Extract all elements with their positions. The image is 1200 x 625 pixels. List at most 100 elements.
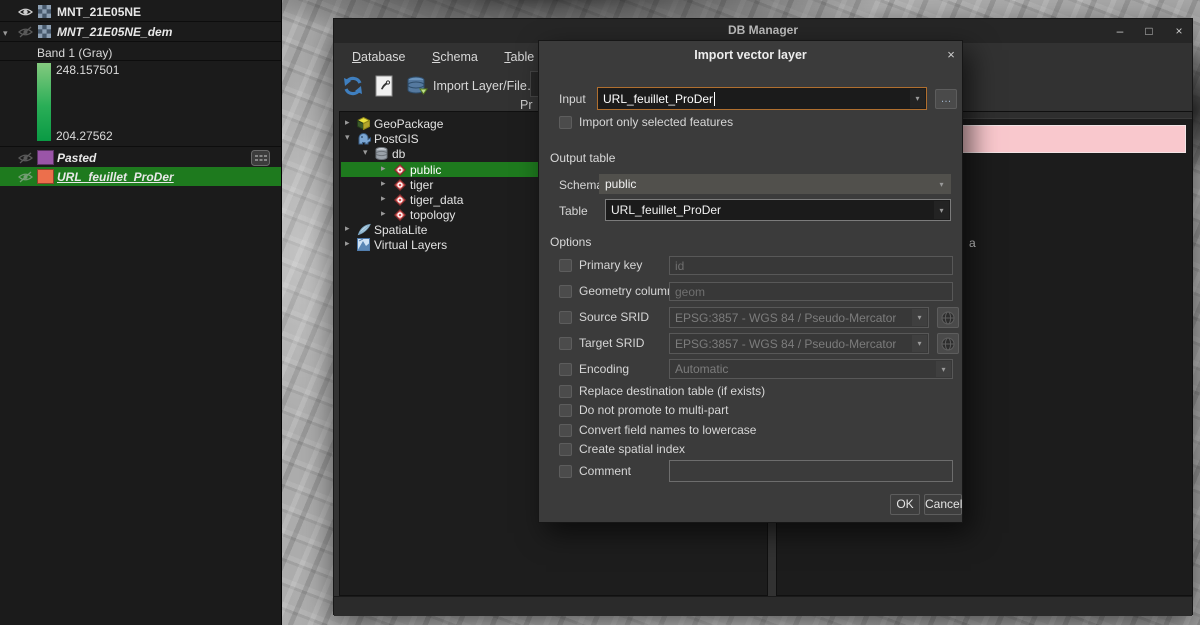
row-divider bbox=[0, 60, 281, 61]
import-layer-button[interactable]: Import Layer/File… bbox=[406, 73, 539, 99]
refresh-icon bbox=[342, 75, 364, 97]
options-header: Options bbox=[550, 235, 591, 249]
expand-arrow-icon[interactable]: ▸ bbox=[381, 208, 386, 219]
maximize-button[interactable]: □ bbox=[1140, 22, 1158, 40]
dialog-title: Import vector layer bbox=[539, 48, 962, 62]
geometry-placeholder: geom bbox=[670, 285, 705, 299]
chevron-down-icon[interactable]: ▾ bbox=[934, 176, 949, 192]
primary-key-checkbox[interactable] bbox=[559, 259, 572, 272]
visibility-eye-off-icon[interactable] bbox=[18, 167, 33, 186]
comment-checkbox[interactable] bbox=[559, 465, 572, 478]
import-selected-checkbox[interactable] bbox=[559, 116, 572, 129]
raster-layer-icon bbox=[38, 22, 51, 41]
expand-arrow-icon[interactable]: ▸ bbox=[345, 117, 350, 128]
refresh-button[interactable] bbox=[342, 73, 364, 99]
schema-combobox[interactable]: public ▾ bbox=[599, 174, 951, 194]
target-srid-combobox[interactable]: EPSG:3857 - WGS 84 / Pseudo-Mercator ▾ bbox=[669, 333, 929, 354]
partial-tab-label[interactable]: Pr bbox=[520, 98, 533, 112]
expand-arrow-icon[interactable]: ▸ bbox=[381, 163, 386, 174]
replace-table-label[interactable]: Replace destination table (if exists) bbox=[579, 384, 765, 398]
encoding-combobox[interactable]: Automatic ▾ bbox=[669, 359, 953, 379]
geometry-column-checkbox[interactable] bbox=[559, 285, 572, 298]
spatial-index-checkbox[interactable] bbox=[559, 443, 572, 456]
dialog-close-button[interactable]: × bbox=[943, 47, 959, 63]
no-multipart-checkbox[interactable] bbox=[559, 404, 572, 417]
encoding-label[interactable]: Encoding bbox=[579, 362, 629, 376]
tree-label[interactable]: PostGIS bbox=[374, 132, 419, 146]
tree-label[interactable]: GeoPackage bbox=[374, 117, 443, 131]
geometry-column-label[interactable]: Geometry column bbox=[579, 284, 674, 298]
layer-label[interactable]: Pasted bbox=[57, 148, 96, 167]
sql-window-button[interactable] bbox=[374, 73, 394, 99]
tree-label[interactable]: Virtual Layers bbox=[374, 238, 447, 252]
replace-table-checkbox[interactable] bbox=[559, 385, 572, 398]
source-srid-picker-button[interactable] bbox=[937, 307, 959, 328]
expand-arrow-icon[interactable]: ▸ bbox=[381, 193, 386, 204]
virtual-layers-icon bbox=[357, 238, 370, 254]
tree-label[interactable]: tiger_data bbox=[410, 193, 463, 207]
chevron-down-icon[interactable]: ▾ bbox=[934, 201, 949, 219]
menu-schema[interactable]: Schema bbox=[428, 48, 482, 66]
layer-row-selected[interactable]: URL_feuillet_ProDer bbox=[0, 167, 281, 186]
chevron-down-icon[interactable]: ▾ bbox=[912, 309, 927, 326]
layer-row-mnt[interactable]: MNT_21E05NE bbox=[0, 2, 281, 21]
layer-swatch bbox=[37, 148, 54, 167]
geometry-column-field[interactable]: geom bbox=[669, 282, 953, 301]
source-srid-checkbox[interactable] bbox=[559, 311, 572, 324]
target-srid-picker-button[interactable] bbox=[937, 333, 959, 354]
menu-database[interactable]: Database bbox=[348, 48, 410, 66]
close-button[interactable]: × bbox=[1170, 22, 1188, 40]
primary-key-placeholder: id bbox=[670, 259, 684, 273]
window-statusbar bbox=[334, 596, 1192, 616]
target-srid-value: EPSG:3857 - WGS 84 / Pseudo-Mercator bbox=[670, 337, 896, 351]
globe-icon bbox=[941, 337, 955, 351]
visibility-eye-off-icon[interactable] bbox=[18, 148, 33, 167]
chevron-down-icon[interactable]: ▾ bbox=[910, 89, 925, 108]
tree-label[interactable]: public bbox=[410, 163, 441, 177]
encoding-checkbox[interactable] bbox=[559, 363, 572, 376]
input-combobox[interactable]: URL_feuillet_ProDer ▾ bbox=[597, 87, 927, 110]
chevron-down-icon[interactable]: ▾ bbox=[912, 335, 927, 352]
visibility-eye-off-icon[interactable] bbox=[18, 22, 33, 41]
import-selected-label[interactable]: Import only selected features bbox=[579, 115, 733, 129]
expand-arrow-icon[interactable]: ▸ bbox=[381, 178, 386, 189]
layer-row-pasted[interactable]: Pasted bbox=[0, 148, 281, 167]
visibility-eye-icon[interactable] bbox=[18, 2, 33, 21]
layer-label[interactable]: MNT_21E05NE bbox=[57, 2, 141, 21]
encoding-value: Automatic bbox=[670, 362, 728, 376]
expand-arrow-icon[interactable]: ▸ bbox=[345, 223, 350, 234]
expand-arrow-icon[interactable]: ▸ bbox=[345, 238, 350, 249]
eye-icon bbox=[18, 6, 33, 18]
table-combobox[interactable]: URL_feuillet_ProDer ▾ bbox=[605, 199, 951, 221]
layer-row-mnt-dem[interactable]: ▾ MNT_21E05NE_dem bbox=[0, 22, 281, 41]
menu-table[interactable]: Table bbox=[500, 48, 538, 66]
tree-label[interactable]: tiger bbox=[410, 178, 433, 192]
lowercase-names-checkbox[interactable] bbox=[559, 424, 572, 437]
browse-button[interactable]: … bbox=[935, 89, 957, 109]
tree-label[interactable]: db bbox=[392, 147, 405, 161]
text-caret bbox=[714, 92, 715, 106]
target-srid-label[interactable]: Target SRID bbox=[579, 336, 644, 350]
map-tip-grid-icon[interactable] bbox=[251, 148, 270, 167]
primary-key-label[interactable]: Primary key bbox=[579, 258, 642, 272]
cancel-button[interactable]: Cancel bbox=[924, 494, 962, 515]
chevron-down-icon[interactable]: ▾ bbox=[936, 361, 951, 377]
expand-arrow-icon[interactable]: ▾ bbox=[363, 147, 368, 158]
source-srid-label[interactable]: Source SRID bbox=[579, 310, 649, 324]
ok-button[interactable]: OK bbox=[890, 494, 920, 515]
layer-label[interactable]: MNT_21E05NE_dem bbox=[57, 22, 172, 41]
tree-label[interactable]: SpatiaLite bbox=[374, 223, 427, 237]
schema-label: Schema bbox=[559, 178, 603, 192]
primary-key-field[interactable]: id bbox=[669, 256, 953, 275]
no-multipart-label[interactable]: Do not promote to multi-part bbox=[579, 403, 728, 417]
expand-arrow-icon[interactable]: ▾ bbox=[345, 132, 350, 143]
source-srid-combobox[interactable]: EPSG:3857 - WGS 84 / Pseudo-Mercator ▾ bbox=[669, 307, 929, 328]
comment-label[interactable]: Comment bbox=[579, 464, 631, 478]
target-srid-checkbox[interactable] bbox=[559, 337, 572, 350]
comment-field[interactable] bbox=[669, 460, 953, 482]
tree-label[interactable]: topology bbox=[410, 208, 455, 222]
minimize-button[interactable]: – bbox=[1111, 22, 1129, 40]
spatial-index-label[interactable]: Create spatial index bbox=[579, 442, 685, 456]
lowercase-names-label[interactable]: Convert field names to lowercase bbox=[579, 423, 756, 437]
layer-label[interactable]: URL_feuillet_ProDer bbox=[57, 167, 174, 186]
